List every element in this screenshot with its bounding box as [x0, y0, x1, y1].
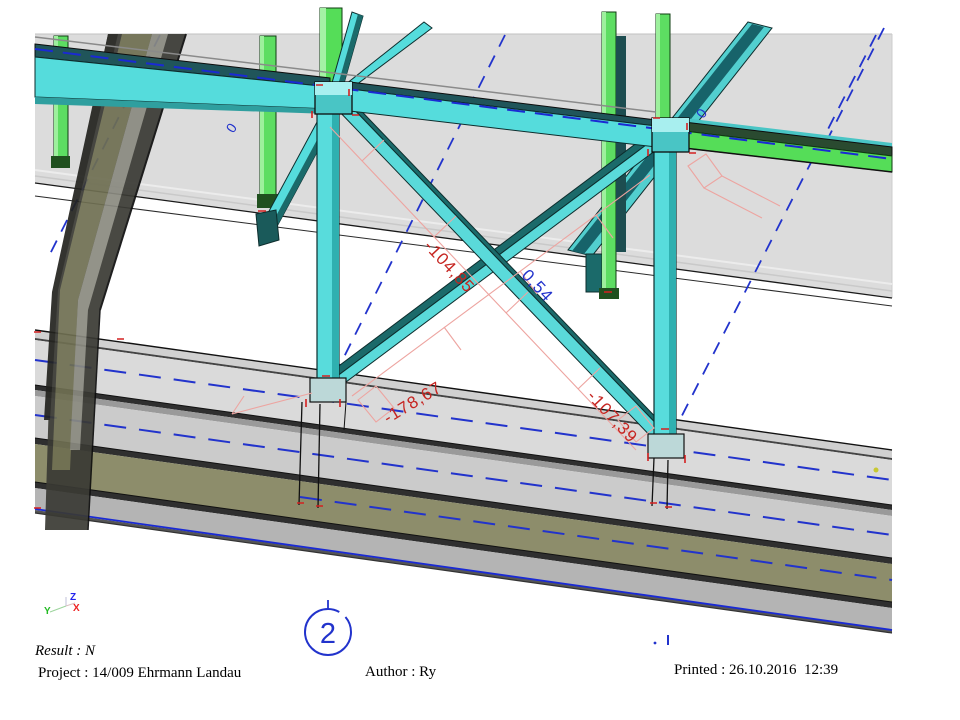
- right-joint-box: [652, 118, 689, 152]
- left-column: [317, 110, 339, 388]
- left-joint-box: [315, 82, 352, 114]
- grid-mark-small: [654, 635, 668, 645]
- green-column-5: [656, 14, 670, 118]
- result-label: Result : N: [35, 643, 95, 660]
- node-dot-yellow: [874, 468, 879, 473]
- structural-3d-view: -104,85 0,54 -178,67 -107,39 0 0 2 Z X Y: [0, 0, 960, 720]
- right-column: [654, 148, 676, 444]
- grid-bubble: 2: [305, 600, 351, 655]
- printed-label: Printed : 26.10.2016 12:39: [674, 662, 838, 679]
- grid-bubble-label: 2: [320, 618, 336, 650]
- axis-triad: Z X Y: [44, 592, 80, 617]
- axis-label-y: Y: [44, 606, 51, 617]
- axis-label-x: X: [73, 603, 80, 614]
- brace-end-bracket: [586, 254, 602, 292]
- author-label: Author : Ry: [365, 664, 436, 681]
- drawing-page: -104,85 0,54 -178,67 -107,39 0 0 2 Z X Y…: [0, 0, 960, 720]
- project-label: Project : 14/009 Ehrmann Landau: [38, 665, 241, 682]
- axis-label-z: Z: [70, 592, 76, 603]
- green-column-2: [257, 36, 278, 208]
